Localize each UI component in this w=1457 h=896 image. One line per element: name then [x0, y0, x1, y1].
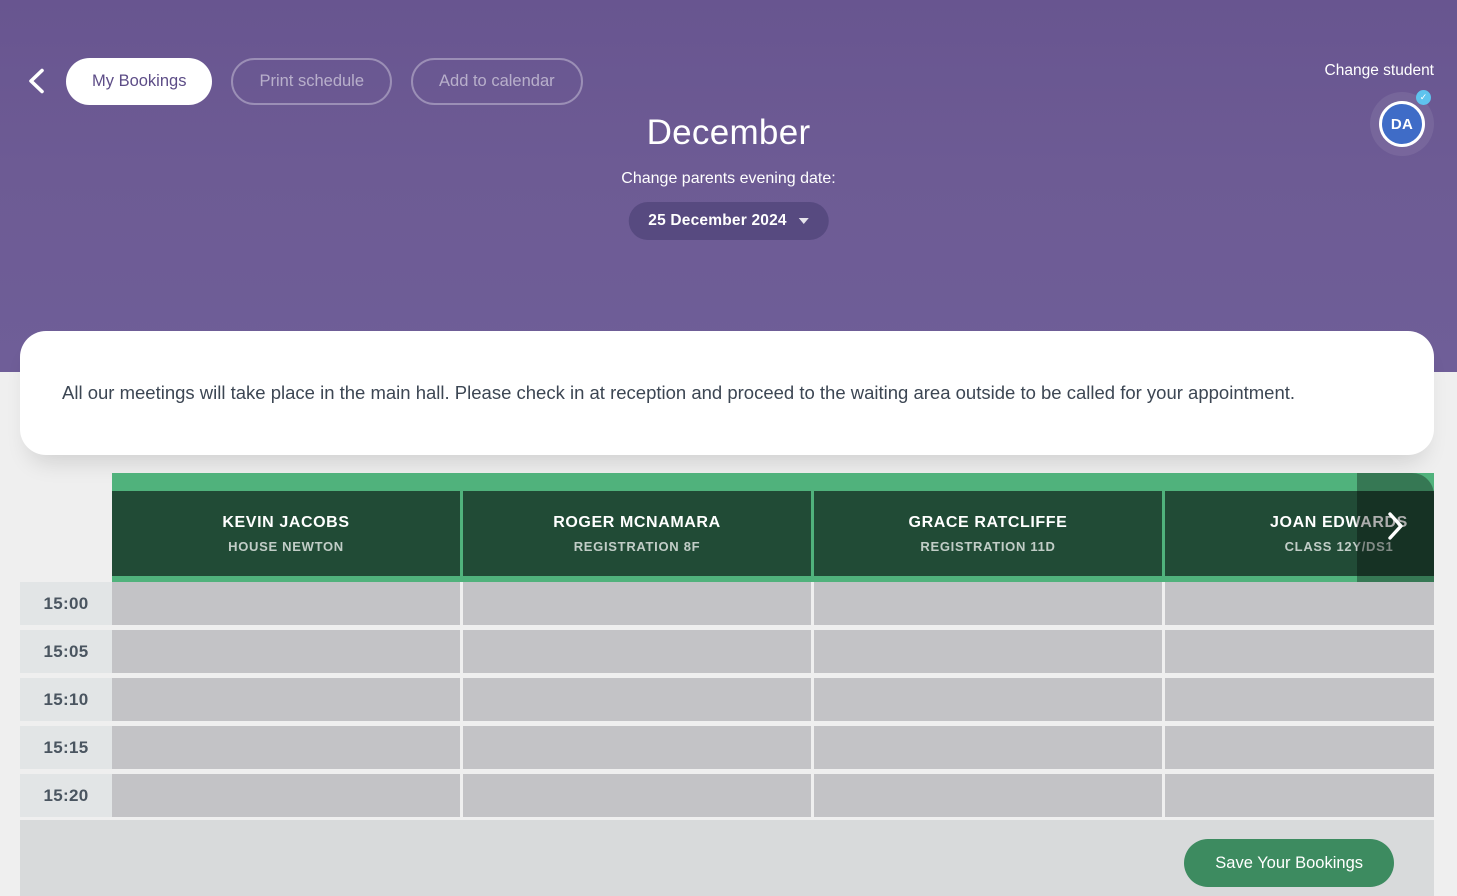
page-title: December [0, 113, 1457, 153]
slot-cell[interactable] [463, 726, 811, 769]
slot-cell[interactable] [1165, 726, 1434, 769]
tab-my-bookings[interactable]: My Bookings [66, 58, 212, 105]
slot-cell[interactable] [112, 774, 460, 817]
parents-evening-booking-screen: My Bookings Print schedule Add to calend… [0, 0, 1457, 896]
chevron-right-icon [1387, 511, 1404, 544]
header-band: My Bookings Print schedule Add to calend… [0, 0, 1457, 372]
save-bookings-button[interactable]: Save Your Bookings [1184, 839, 1394, 887]
booking-slot-grid [112, 582, 1434, 817]
slot-cell[interactable] [1165, 630, 1434, 673]
change-student-label: Change student [1325, 62, 1434, 80]
slot-cell[interactable] [814, 630, 1162, 673]
scroll-columns-next-button[interactable] [1357, 473, 1434, 582]
slot-cell[interactable] [112, 582, 460, 625]
slot-cell[interactable] [1165, 582, 1434, 625]
slot-cell[interactable] [814, 678, 1162, 721]
date-dropdown[interactable]: 25 December 2024 [628, 202, 829, 240]
slot-cell[interactable] [463, 630, 811, 673]
slot-row-1510 [112, 678, 1434, 721]
slot-row-1515 [112, 726, 1434, 769]
slot-row-1505 [112, 630, 1434, 673]
footer-bar: Save Your Bookings [20, 820, 1434, 896]
avatar-check-badge-icon: ✓ [1416, 90, 1431, 105]
slot-cell[interactable] [463, 678, 811, 721]
slot-cell[interactable] [112, 678, 460, 721]
teacher-header-row: KEVIN JACOBS HOUSE NEWTON ROGER MCNAMARA… [112, 473, 1434, 582]
change-date-label: Change parents evening date: [0, 170, 1457, 188]
slot-row-1500 [112, 582, 1434, 625]
tab-add-to-calendar[interactable]: Add to calendar [411, 58, 583, 105]
tab-print-schedule[interactable]: Print schedule [231, 58, 392, 105]
time-label-1500: 15:00 [20, 582, 112, 625]
slot-cell[interactable] [1165, 774, 1434, 817]
slot-cell[interactable] [814, 582, 1162, 625]
teacher-group: REGISTRATION 8F [574, 539, 701, 554]
back-button[interactable] [20, 66, 52, 98]
time-label-1515: 15:15 [20, 726, 112, 769]
slot-cell[interactable] [1165, 678, 1434, 721]
teacher-name: KEVIN JACOBS [222, 514, 349, 532]
teacher-header-kevin-jacobs: KEVIN JACOBS HOUSE NEWTON [112, 491, 460, 576]
slot-cell[interactable] [814, 774, 1162, 817]
venue-notice-text: All our meetings will take place in the … [62, 380, 1295, 406]
date-dropdown-value: 25 December 2024 [648, 212, 787, 230]
teacher-header-roger-mcnamara: ROGER MCNAMARA REGISTRATION 8F [463, 491, 811, 576]
teacher-header-grace-ratcliffe: GRACE RATCLIFFE REGISTRATION 11D [814, 491, 1162, 576]
slot-row-1520 [112, 774, 1434, 817]
avatar[interactable]: DA [1379, 101, 1425, 147]
venue-notice-card: All our meetings will take place in the … [20, 331, 1434, 455]
slot-cell[interactable] [814, 726, 1162, 769]
slot-cell[interactable] [112, 630, 460, 673]
teacher-group: HOUSE NEWTON [228, 539, 344, 554]
header-tab-row: My Bookings Print schedule Add to calend… [66, 58, 583, 105]
time-label-1520: 15:20 [20, 774, 112, 817]
avatar-initials: DA [1391, 116, 1413, 133]
chevron-down-icon [799, 218, 809, 224]
chevron-left-icon [28, 68, 45, 97]
time-gutter: 15:00 15:05 15:10 15:15 15:20 [20, 582, 112, 817]
slot-cell[interactable] [112, 726, 460, 769]
slot-cell[interactable] [463, 774, 811, 817]
time-label-1505: 15:05 [20, 630, 112, 673]
time-label-1510: 15:10 [20, 678, 112, 721]
teacher-name: GRACE RATCLIFFE [909, 514, 1068, 532]
teacher-name: ROGER MCNAMARA [553, 514, 721, 532]
teacher-group: REGISTRATION 11D [920, 539, 1055, 554]
slot-cell[interactable] [463, 582, 811, 625]
